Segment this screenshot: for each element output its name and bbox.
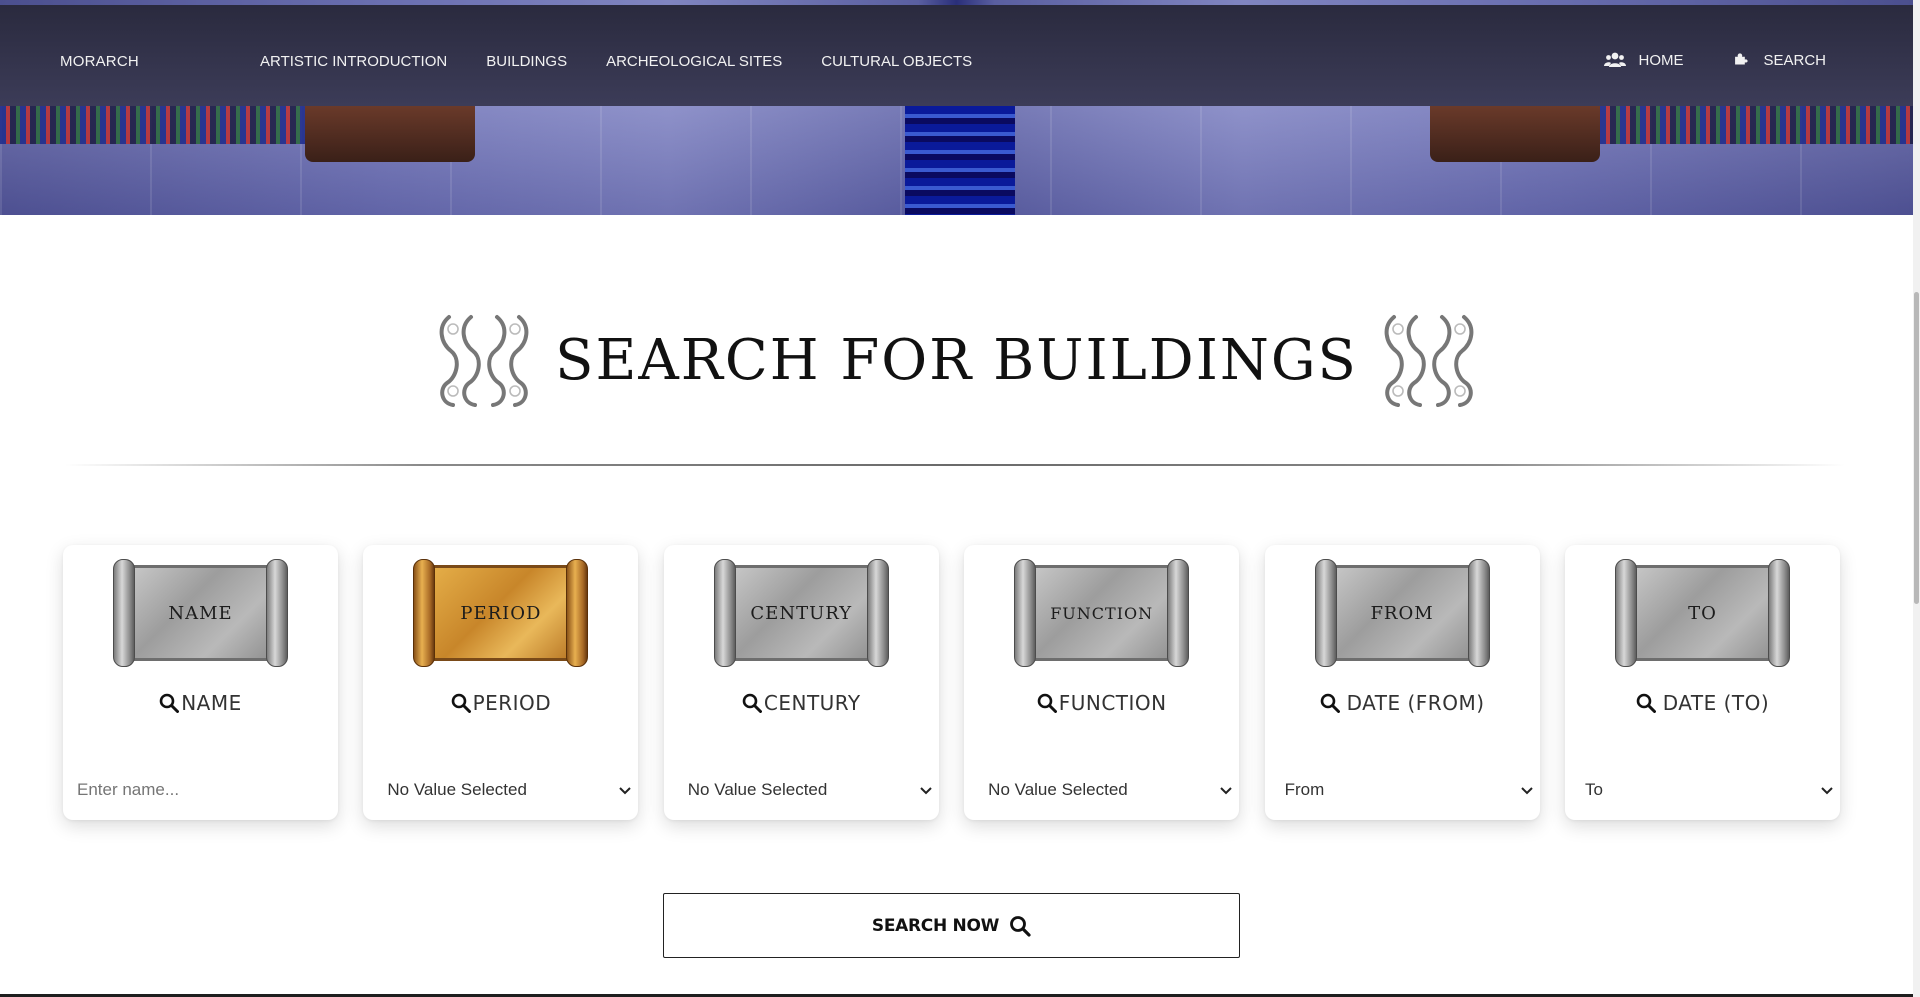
scroll-label: FUNCTION [1050, 603, 1154, 623]
scroll-label: TO [1688, 602, 1717, 624]
nav-link-buildings[interactable]: BUILDINGS [486, 53, 567, 70]
card-heading: DATE (TO) [1565, 691, 1840, 715]
hero-pillar-left [305, 106, 475, 162]
scrollbar-thumb[interactable] [1914, 292, 1919, 604]
filter-card-period: PERIOD PERIOD No Value Selected [363, 545, 639, 820]
scroll-banner: CENTURY [713, 559, 889, 667]
century-select[interactable]: No Value Selected [664, 775, 939, 805]
search-icon [451, 693, 471, 713]
scroll-banner: NAME [113, 559, 288, 667]
card-heading-label: DATE (TO) [1662, 691, 1770, 715]
page-title-section: SEARCH FOR BUILDINGS [0, 300, 1913, 420]
nav-search-label: SEARCH [1763, 51, 1826, 69]
search-icon [1010, 915, 1031, 937]
search-icon [1636, 693, 1656, 713]
hero-mosaic-center [905, 106, 1015, 215]
chevron-down-icon [1520, 787, 1533, 795]
nav-search-link[interactable]: SEARCH [1733, 51, 1826, 69]
card-heading-label: FUNCTION [1058, 691, 1167, 715]
users-icon [1604, 52, 1627, 67]
baroque-scroll-ornament-icon [1384, 315, 1474, 407]
page-scrollbar[interactable] [1913, 0, 1920, 997]
card-heading-label: PERIOD [472, 691, 552, 715]
period-select[interactable]: No Value Selected [363, 775, 638, 805]
date-to-select[interactable]: To [1565, 775, 1840, 805]
nav-home-link[interactable]: HOME [1604, 51, 1683, 69]
nav-right: HOME SEARCH [1554, 51, 1826, 69]
filter-card-name: NAME NAME [63, 545, 338, 820]
card-heading: FUNCTION [964, 691, 1239, 715]
card-heading-label: CENTURY [763, 691, 861, 715]
filter-card-date-to: TO DATE (TO) To [1564, 545, 1840, 820]
search-icon [1320, 693, 1340, 713]
filter-card-function: FUNCTION FUNCTION No Value Selected [964, 545, 1240, 820]
scroll-banner: PERIOD [413, 559, 589, 667]
hero-mosaic-left [0, 106, 345, 144]
top-navbar: MORARCH ARTISTIC INTRODUCTION BUILDINGS … [0, 5, 1913, 106]
nav-link-cultural-objects[interactable]: CULTURAL OBJECTS [821, 53, 972, 70]
scroll-banner: FROM [1314, 559, 1490, 667]
scroll-label: FROM [1370, 602, 1434, 624]
card-heading: NAME [63, 691, 338, 715]
search-icon [159, 693, 180, 713]
filter-card-century: CENTURY CENTURY No Value Selected [663, 545, 939, 820]
chevron-down-icon [920, 787, 932, 795]
search-now-button[interactable]: SEARCH NOW [663, 893, 1240, 958]
chevron-down-icon [1821, 787, 1833, 795]
scroll-label: NAME [168, 602, 233, 624]
function-select[interactable]: No Value Selected [964, 775, 1239, 805]
card-heading: DATE (FROM) [1265, 691, 1540, 715]
search-icon [742, 693, 762, 713]
nav-links: ARTISTIC INTRODUCTION BUILDINGS ARCHEOLO… [260, 53, 1011, 70]
select-value: No Value Selected [988, 780, 1128, 799]
chevron-down-icon [1220, 787, 1232, 795]
card-heading: PERIOD [363, 691, 638, 715]
filter-card-date-from: FROM DATE (FROM) From [1264, 545, 1540, 820]
puzzle-icon [1735, 53, 1749, 65]
nav-link-artistic-introduction[interactable]: ARTISTIC INTRODUCTION [260, 53, 447, 70]
hero-pillar-right [1430, 106, 1600, 162]
search-filter-cards: NAME NAME PERIOD PERIOD No Value Selecte… [63, 545, 1840, 820]
card-heading: CENTURY [664, 691, 939, 715]
scroll-banner: FUNCTION [1014, 559, 1190, 667]
scroll-label: CENTURY [750, 602, 853, 624]
date-from-select[interactable]: From [1265, 775, 1540, 805]
chevron-down-icon [619, 787, 632, 795]
baroque-scroll-ornament-icon [439, 315, 529, 407]
select-value: No Value Selected [387, 780, 527, 799]
name-input[interactable] [63, 775, 338, 805]
card-heading-label: DATE (FROM) [1346, 691, 1485, 715]
nav-link-archeological-sites[interactable]: ARCHEOLOGICAL SITES [606, 53, 782, 70]
search-now-label: SEARCH NOW [871, 915, 1000, 936]
select-value: No Value Selected [687, 780, 828, 799]
nav-home-label: HOME [1638, 51, 1684, 69]
card-heading-label: NAME [181, 691, 242, 715]
select-value: From [1284, 780, 1325, 799]
scroll-banner: TO [1614, 559, 1790, 667]
scroll-label: PERIOD [460, 602, 542, 624]
hero-mosaic-right [1560, 106, 1913, 144]
section-divider [65, 464, 1845, 466]
search-icon [1037, 693, 1057, 713]
brand-logo-link[interactable]: MORARCH [60, 53, 139, 70]
select-value: To [1584, 780, 1603, 799]
page-title: SEARCH FOR BUILDINGS [555, 327, 1358, 393]
